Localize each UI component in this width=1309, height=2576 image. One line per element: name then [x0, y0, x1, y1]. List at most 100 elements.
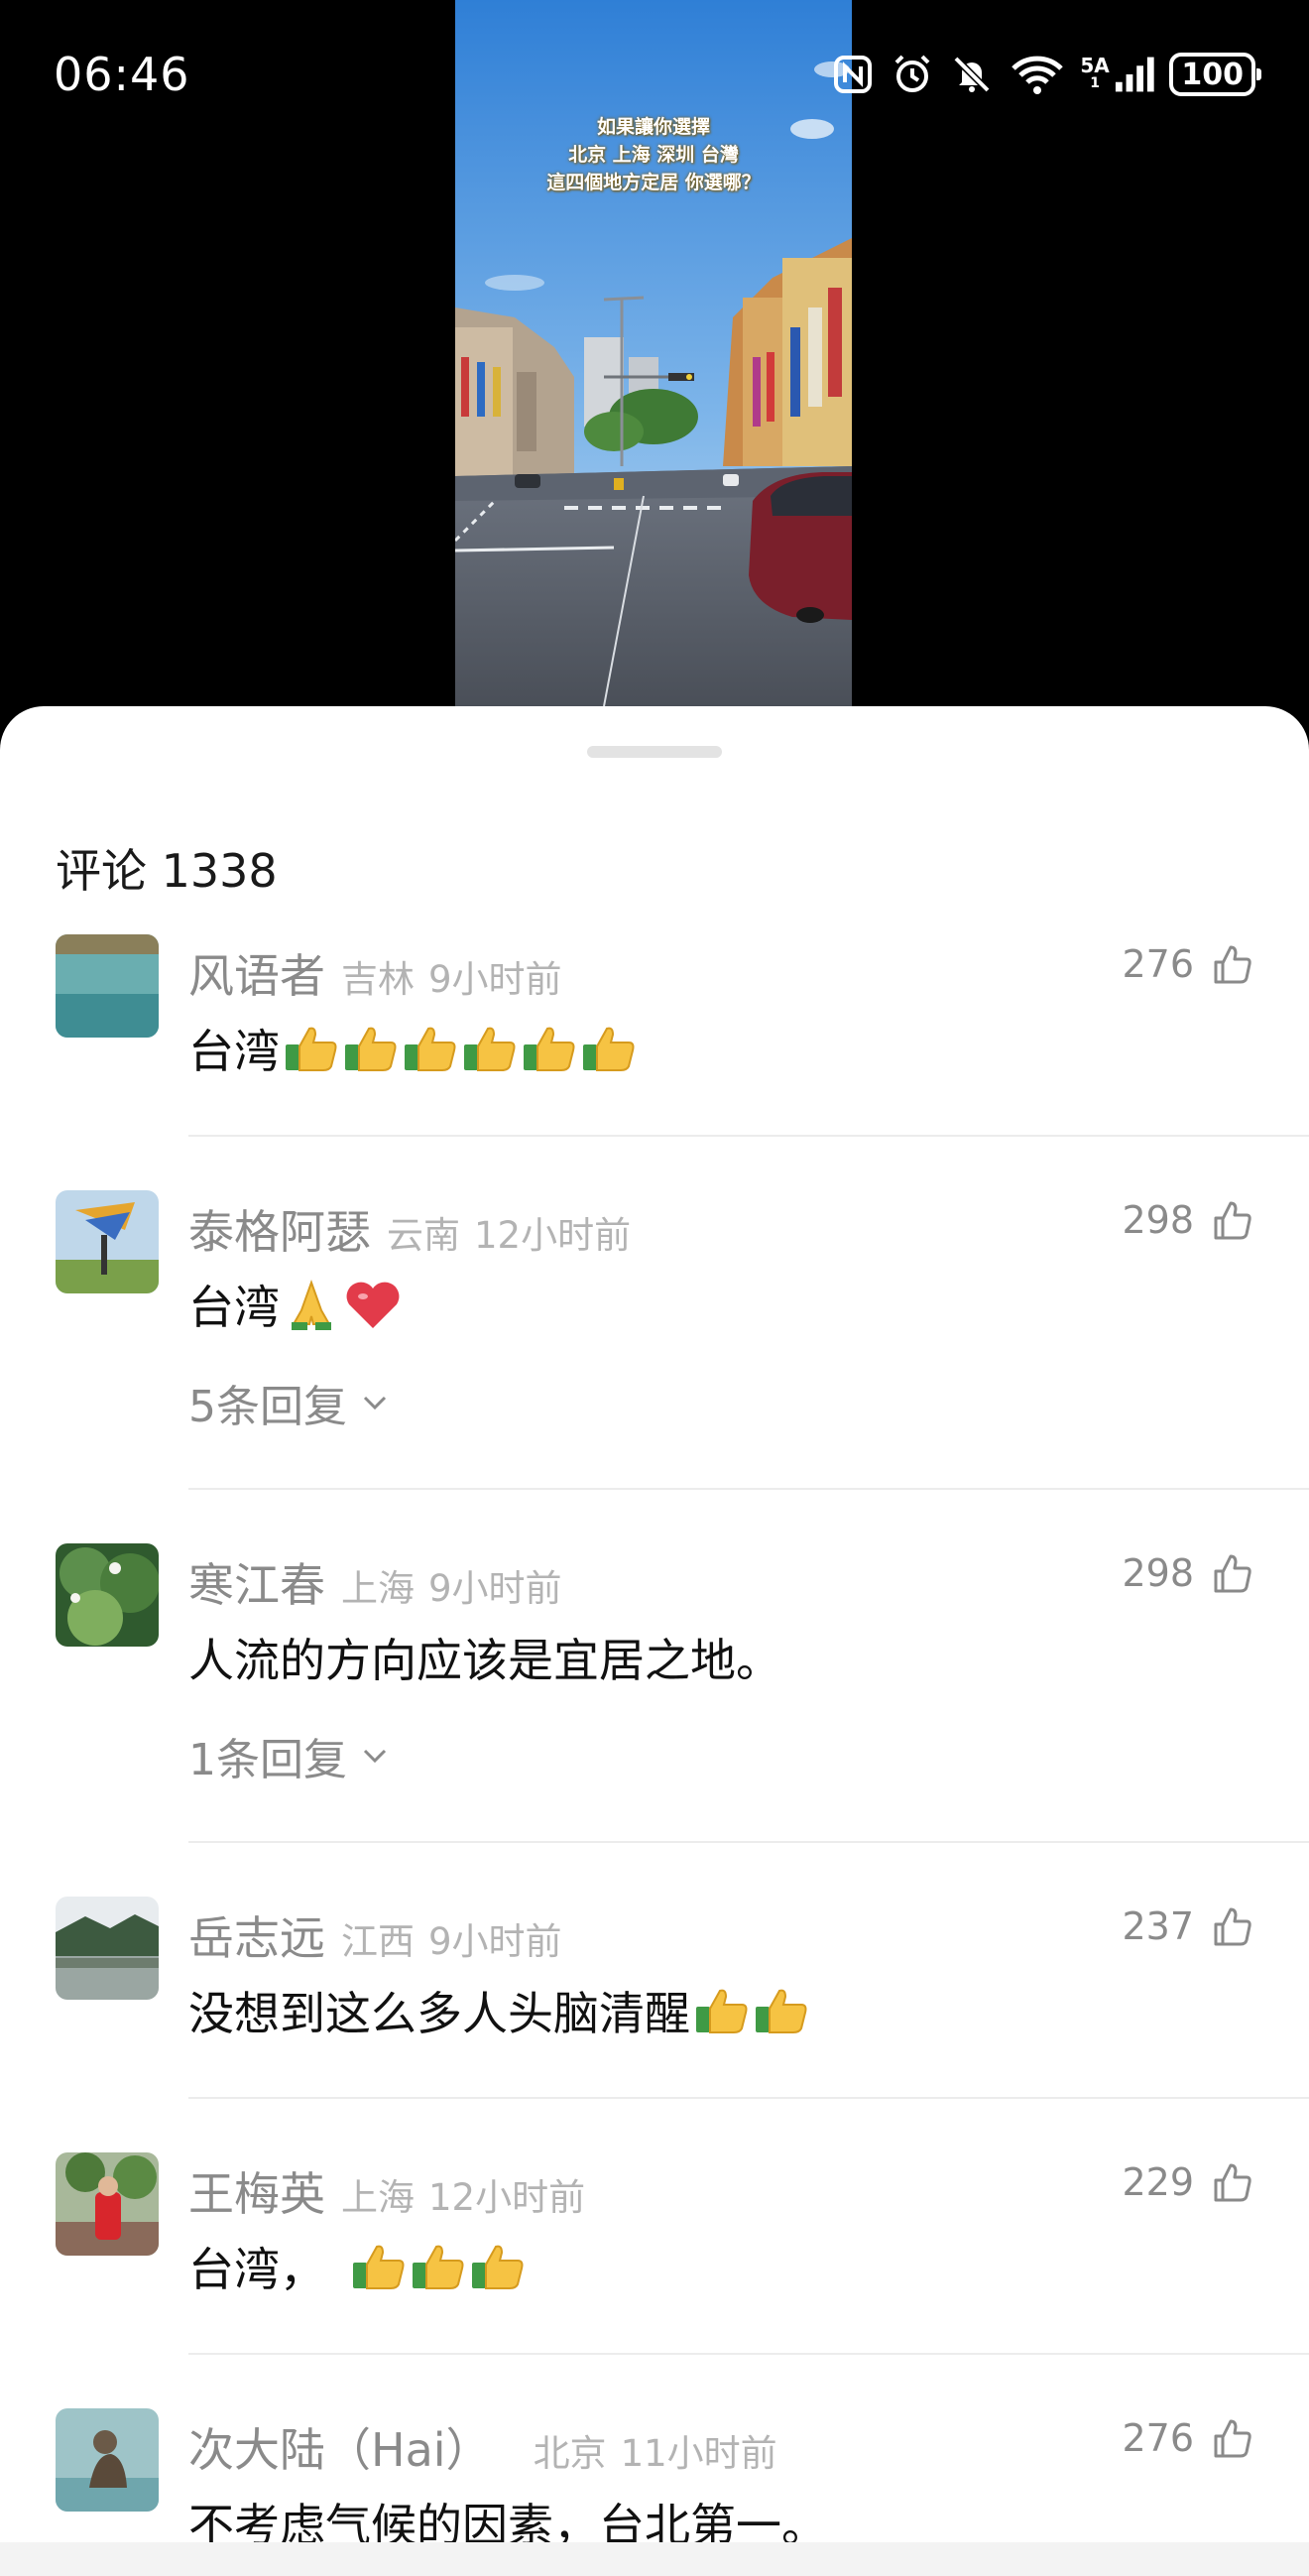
comment-meta: 风语者 吉林 9小时前 [188, 940, 562, 1003]
thumb-up-icon [1214, 945, 1251, 984]
signal-icon: 5A 1 [1080, 52, 1155, 97]
thumbs-up-emoji [522, 1023, 577, 1074]
comment-meta: 泰格阿瑟 云南 12小时前 [188, 1196, 632, 1259]
thumbs-up-emoji [351, 2241, 407, 2292]
thumbs-up-emoji [581, 1023, 637, 1074]
comment-text-content: 台湾 [188, 1281, 280, 1334]
screen: 06:46 5A 1 100 如果讓你選擇 北京 上海 深圳 台灣 這四個地方定… [0, 0, 1309, 2576]
red-heart-emoji [343, 1277, 403, 1332]
comment-author[interactable]: 岳志远 [188, 1902, 325, 1968]
replies-label: 1条回复 [188, 1735, 347, 1785]
thumbs-up-emoji [694, 1985, 750, 2036]
replies-label: 5条回复 [188, 1382, 347, 1432]
comment-time: 9小时前 [428, 958, 562, 1001]
avatar[interactable] [56, 1190, 159, 1293]
thumbs-up-emoji [470, 2241, 526, 2292]
like-button[interactable]: 237 [1122, 1904, 1253, 1948]
thumb-up-icon [1214, 1554, 1251, 1593]
like-count: 298 [1122, 1551, 1194, 1595]
comment-time: 9小时前 [428, 1567, 562, 1610]
network-type-label: 5A [1080, 54, 1110, 77]
comment-text-content: 没想到这么多人头脑清醒 [188, 1987, 690, 2040]
divider [188, 1135, 1309, 1137]
wifi-icon [1009, 52, 1066, 97]
comment-location: 吉林 [341, 958, 415, 1001]
folded-hands-emoji [284, 1277, 339, 1332]
comment-meta: 寒江春 上海 9小时前 [188, 1549, 562, 1612]
comment-location: 上海 [341, 1567, 415, 1610]
comment-text-content: 人流的方向应该是宜居之地。 [188, 1634, 781, 1687]
like-count: 276 [1122, 942, 1194, 986]
battery-level: 100 [1181, 57, 1244, 92]
comments-sheet: 评论 1338 风语者 吉林 9小时前 276 台湾 泰格阿瑟 云南 12小时前… [0, 706, 1309, 2576]
network-sub-label: 1 [1090, 75, 1100, 91]
thumb-up-icon [1214, 2419, 1251, 2458]
like-count: 229 [1122, 2160, 1194, 2204]
like-count: 298 [1122, 1198, 1194, 1242]
comment-text-content: 台湾， [188, 2243, 325, 2296]
divider [188, 2097, 1309, 2099]
divider [188, 2353, 1309, 2355]
status-time: 06:46 [54, 48, 190, 101]
like-button[interactable]: 276 [1122, 942, 1253, 986]
comment-time: 9小时前 [428, 1920, 562, 1963]
like-count: 276 [1122, 2416, 1194, 2460]
comment-text: 人流的方向应该是宜居之地。 [188, 1625, 781, 1690]
comment-text: 台湾 [188, 1016, 637, 1081]
avatar[interactable] [56, 2408, 159, 2512]
comment-text: 台湾 [188, 1272, 403, 1337]
thumb-up-icon [1214, 2163, 1251, 2202]
thumbs-up-emoji [343, 1023, 399, 1074]
comment-location: 上海 [341, 2176, 415, 2219]
like-count: 237 [1122, 1904, 1194, 1948]
thumb-up-icon [1214, 1201, 1251, 1240]
comment-meta: 岳志远 江西 9小时前 [188, 1902, 562, 1965]
mute-icon [949, 52, 995, 97]
view-replies-button[interactable]: 5条回复 [188, 1371, 389, 1434]
thumbs-up-emoji [462, 1023, 518, 1074]
nfc-icon [830, 52, 876, 97]
avatar[interactable] [56, 1897, 159, 2000]
comments-title: 评论 1338 [56, 844, 278, 898]
divider [188, 1488, 1309, 1490]
view-replies-button[interactable]: 1条回复 [188, 1724, 389, 1787]
comment-author[interactable]: 王梅英 [188, 2158, 325, 2224]
comment-author[interactable]: 风语者 [188, 940, 325, 1006]
comment-author[interactable]: 次大陆（Hai） [188, 2414, 492, 2480]
sheet-drag-handle[interactable] [587, 746, 722, 758]
avatar[interactable] [56, 1543, 159, 1647]
chevron-down-icon [363, 1396, 387, 1411]
comment-list[interactable]: 风语者 吉林 9小时前 276 台湾 泰格阿瑟 云南 12小时前 298 台湾 … [0, 934, 1309, 2551]
comment-location: 江西 [341, 1920, 415, 1963]
like-button[interactable]: 298 [1122, 1198, 1253, 1242]
avatar[interactable] [56, 2152, 159, 2256]
thumbs-up-emoji [284, 1023, 339, 1074]
like-button[interactable]: 229 [1122, 2160, 1253, 2204]
comment-meta: 次大陆（Hai） 北京 11小时前 [188, 2414, 777, 2477]
comment-author[interactable]: 寒江春 [188, 1549, 325, 1615]
status-icons: 5A 1 100 [830, 52, 1261, 97]
thumbs-up-emoji [403, 1023, 458, 1074]
alarm-icon [890, 52, 935, 97]
comment-meta: 王梅英 上海 12小时前 [188, 2158, 586, 2221]
bottom-input-bar-edge [0, 2542, 1309, 2576]
caption-line-3: 這四個地方定居 你選哪？ [546, 172, 761, 193]
battery-icon: 100 [1169, 53, 1261, 96]
comment-location: 北京 [533, 2432, 607, 2475]
status-bar: 06:46 5A 1 100 [0, 0, 1309, 149]
comment-text: 没想到这么多人头脑清醒 [188, 1978, 809, 2043]
avatar[interactable] [56, 934, 159, 1038]
comment-time: 12小时前 [474, 1214, 632, 1257]
divider [188, 1841, 1309, 1843]
thumb-up-icon [1214, 1907, 1251, 1946]
thumbs-up-emoji [411, 2241, 466, 2292]
comment-text: 台湾， [188, 2234, 526, 2299]
thumbs-up-emoji [754, 1985, 809, 2036]
comment-author[interactable]: 泰格阿瑟 [188, 1196, 371, 1262]
chevron-down-icon [363, 1749, 387, 1764]
like-button[interactable]: 276 [1122, 2416, 1253, 2460]
like-button[interactable]: 298 [1122, 1551, 1253, 1595]
comment-time: 12小时前 [428, 2176, 586, 2219]
comment-text-content: 台湾 [188, 1025, 280, 1078]
comment-time: 11小时前 [620, 2432, 777, 2475]
